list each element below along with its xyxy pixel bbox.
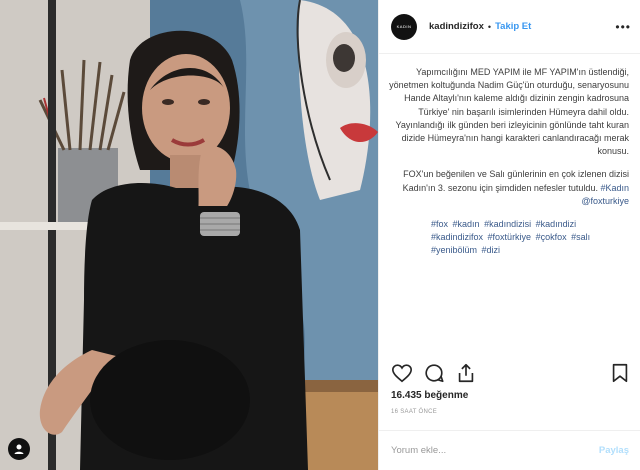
post-caption: Yapımcılığını MED YAPIM ile MF YAPIM'ın … — [389, 66, 633, 268]
tagged-user-icon[interactable] — [8, 438, 30, 460]
hashtag-link[interactable]: #kadındizi — [536, 219, 577, 229]
comment-input[interactable] — [391, 445, 599, 456]
post-photo[interactable] — [0, 0, 378, 470]
bookmark-icon[interactable] — [609, 362, 631, 384]
more-options-icon[interactable]: ••• — [615, 20, 631, 34]
post-comment-button[interactable]: Paylaş — [599, 445, 629, 456]
caption-paragraph-2-text: FOX'un beğenilen ve Salı günlerinin en ç… — [402, 169, 629, 193]
mention-link[interactable]: @foxturkiye — [581, 196, 629, 206]
hashtag-list: #fox #kadın #kadındizisi #kadındizi #kad… — [389, 218, 629, 258]
avatar-label: KADIN — [396, 24, 412, 29]
action-bar — [391, 362, 631, 384]
follow-button[interactable]: Takip Et — [495, 21, 531, 32]
hashtag-link[interactable]: #dizi — [482, 245, 501, 255]
comment-icon[interactable] — [423, 362, 445, 384]
hashtag-link[interactable]: #kadın — [453, 219, 480, 229]
hashtag-link[interactable]: #kadındizisi — [484, 219, 531, 229]
separator-dot: • — [487, 21, 492, 32]
share-icon[interactable] — [455, 362, 477, 384]
post-timestamp[interactable]: 16 SAAT ÖNCE — [391, 409, 437, 415]
username-link[interactable]: kadindizifox — [429, 21, 484, 32]
hashtag-link[interactable]: #yenibölüm — [431, 245, 477, 255]
like-count[interactable]: 16.435 beğenme — [391, 390, 468, 401]
heart-icon[interactable] — [391, 362, 413, 384]
hashtag-link[interactable]: #Kadın — [600, 183, 629, 193]
avatar[interactable]: KADIN — [391, 13, 417, 40]
comment-bar: Paylaş — [379, 430, 640, 470]
post-sidebar: KADIN kadindizifox • Takip Et ••• Yapımc… — [378, 0, 640, 470]
hashtag-link[interactable]: #salı — [571, 232, 590, 242]
hashtag-link[interactable]: #fox — [431, 219, 448, 229]
photo-illustration — [0, 0, 378, 470]
hashtag-link[interactable]: #kadindizifox — [431, 232, 483, 242]
hashtag-link[interactable]: #çokfox — [536, 232, 567, 242]
hashtag-link[interactable]: #foxtürkiye — [488, 232, 532, 242]
caption-paragraph-2: FOX'un beğenilen ve Salı günlerinin en ç… — [389, 168, 629, 208]
caption-paragraph-1: Yapımcılığını MED YAPIM ile MF YAPIM'ın … — [389, 67, 629, 157]
post-header: KADIN kadindizifox • Takip Et ••• — [379, 0, 640, 54]
